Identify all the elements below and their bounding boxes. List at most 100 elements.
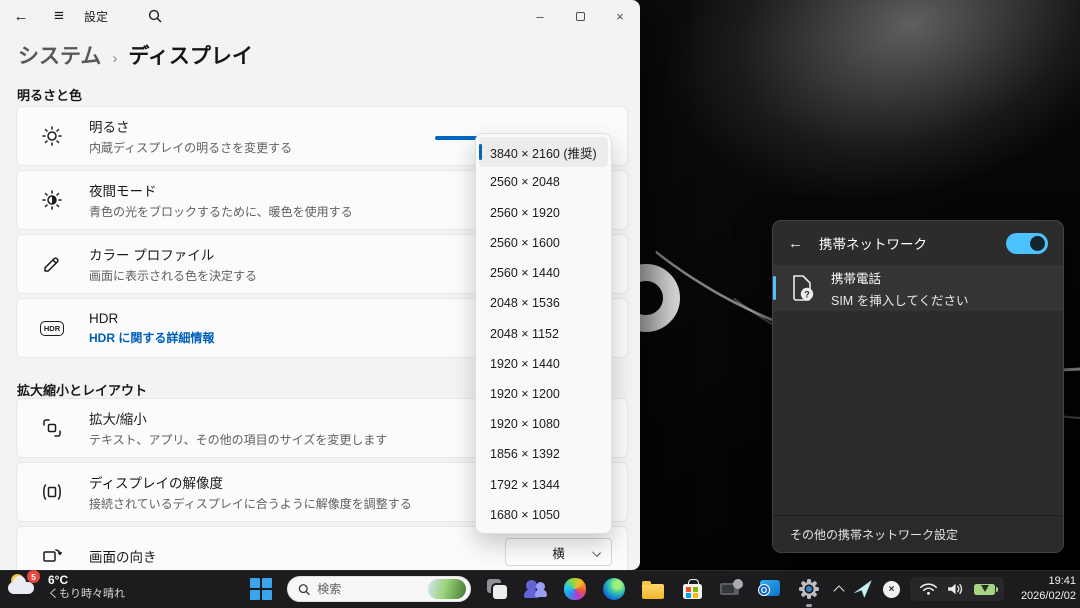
taskbar-center: O <box>248 570 822 608</box>
more-cellular-settings-link[interactable]: その他の携帯ネットワーク設定 <box>773 515 1063 552</box>
toggle-knob <box>1030 236 1045 251</box>
cellular-toggle[interactable] <box>1006 233 1048 254</box>
setting-description: テキスト、アプリ、その他の項目のサイズを変更します <box>89 431 387 448</box>
night-light-icon <box>40 187 64 213</box>
device-title: 携帯電話 <box>831 268 968 287</box>
setting-description: 接続されているディスプレイに合うように解像度を調整する <box>89 495 412 512</box>
resolution-option[interactable]: 2560 × 1600 <box>479 228 608 258</box>
cellular-flyout-body <box>773 311 1063 515</box>
edge-icon <box>603 578 625 600</box>
cellular-flyout-header: ← 携帯ネットワーク <box>773 221 1063 265</box>
speaker-icon <box>947 582 965 596</box>
wifi-icon <box>919 582 938 596</box>
microsoft-store-button[interactable] <box>679 575 705 603</box>
page-title: ディスプレイ <box>128 40 253 70</box>
setting-title: HDR <box>89 311 214 326</box>
store-icon <box>683 584 702 599</box>
orientation-icon <box>40 543 64 569</box>
resolution-option[interactable]: 1920 × 1440 <box>479 349 608 379</box>
orientation-select[interactable]: 横 <box>505 538 612 566</box>
back-icon[interactable]: ← <box>6 1 36 31</box>
resolution-option[interactable]: 1680 × 1050 <box>479 500 608 530</box>
weather-temperature: 6°C <box>48 573 125 588</box>
running-indicator <box>806 604 812 607</box>
settings-window: ← ≡ 設定 – × システム › ディスプレイ 明るさと色 明るさ 内蔵ディス <box>0 0 640 570</box>
maximize-icon <box>576 12 585 21</box>
setting-description: 内蔵ディスプレイの明るさを変更する <box>89 139 292 156</box>
settings-app-button[interactable] <box>796 575 822 603</box>
search-icon[interactable] <box>140 1 170 31</box>
quick-settings-button[interactable] <box>910 577 1004 601</box>
resolution-icon <box>40 479 64 505</box>
brightness-icon <box>40 123 64 149</box>
brightness-slider[interactable] <box>435 136 478 140</box>
setting-title: 拡大/縮小 <box>89 408 387 428</box>
setting-title: 夜間モード <box>89 180 353 200</box>
resolution-option[interactable]: 2560 × 2048 <box>479 167 608 197</box>
setting-description: 画面に表示される色を決定する <box>89 267 257 284</box>
hdr-icon: HDR <box>40 315 64 341</box>
windows-logo-icon <box>250 578 272 600</box>
copilot-icon <box>564 578 586 600</box>
taskbar-search[interactable] <box>287 576 471 602</box>
cellular-flyout: ← 携帯ネットワーク ? 携帯電話 SIM を挿入してください その他の携帯ネッ… <box>772 220 1064 553</box>
search-highlight-image <box>428 579 466 599</box>
app-title: 設定 <box>84 8 108 25</box>
search-input[interactable] <box>317 582 421 596</box>
resolution-option[interactable]: 2048 × 1536 <box>479 288 608 318</box>
folder-icon <box>642 584 664 599</box>
location-arrow-icon[interactable] <box>853 579 873 599</box>
setting-title: カラー プロファイル <box>89 244 257 264</box>
breadcrumb-root[interactable]: システム <box>18 40 101 70</box>
outlook-button[interactable]: O <box>757 575 783 603</box>
breadcrumb: システム › ディスプレイ <box>18 40 253 70</box>
resolution-option[interactable]: 3840 × 2160 (推奨) <box>479 137 608 167</box>
resolution-option[interactable]: 1792 × 1344 <box>479 470 608 500</box>
task-view-button[interactable] <box>484 575 510 603</box>
gear-icon <box>797 577 821 601</box>
resolution-option[interactable]: 1856 × 1392 <box>479 439 608 469</box>
color-profile-icon <box>40 251 64 277</box>
clock-time: 19:41 <box>1014 574 1076 589</box>
minimize-button[interactable]: – <box>520 0 560 32</box>
setting-title: 画面の向き <box>89 546 157 566</box>
copilot-button[interactable] <box>562 575 588 603</box>
hdr-info-link[interactable]: HDR に関する詳細情報 <box>89 329 214 346</box>
taskbar-clock[interactable]: 19:41 2026/02/02 <box>1014 574 1076 604</box>
teams-chat-button[interactable] <box>523 575 549 603</box>
search-icon <box>298 583 310 596</box>
chevron-down-icon <box>592 548 601 557</box>
resolution-option[interactable]: 1920 × 1080 <box>479 409 608 439</box>
flyout-back-icon[interactable]: ← <box>788 235 810 252</box>
edge-button[interactable] <box>601 575 627 603</box>
setting-description: 青色の光をブロックするために、暖色を使用する <box>89 203 353 220</box>
clock-date: 2026/02/02 <box>1014 589 1076 604</box>
setting-title: 明るさ <box>89 116 292 136</box>
maximize-button[interactable] <box>560 0 600 32</box>
setting-title: ディスプレイの解像度 <box>89 472 412 492</box>
weather-widget[interactable]: 5 6°C くもり時々晴れ <box>8 573 125 602</box>
cellular-flyout-title: 携帯ネットワーク <box>819 233 927 253</box>
scale-icon <box>40 415 64 441</box>
sim-card-icon: ? <box>790 273 816 303</box>
resolution-option[interactable]: 2560 × 1920 <box>479 197 608 227</box>
desktop-screen: ← ≡ 設定 – × システム › ディスプレイ 明るさと色 明るさ 内蔵ディス <box>0 0 1080 608</box>
cellular-device-item[interactable]: ? 携帯電話 SIM を挿入してください <box>773 265 1063 311</box>
breadcrumb-separator-icon: › <box>112 50 117 67</box>
resolution-option[interactable]: 2560 × 1440 <box>479 258 608 288</box>
system-tray: × 19:41 2026/02/02 <box>835 570 1076 608</box>
menu-icon[interactable]: ≡ <box>44 1 74 31</box>
device-subtitle: SIM を挿入してください <box>831 290 968 309</box>
status-circle-x-icon[interactable]: × <box>883 581 900 598</box>
resolution-option[interactable]: 2048 × 1152 <box>479 318 608 348</box>
phone-link-button[interactable] <box>718 575 744 603</box>
start-button[interactable] <box>248 575 274 603</box>
section-header-scale-layout: 拡大縮小とレイアウト <box>17 380 147 399</box>
tray-chevron-up-icon[interactable] <box>833 585 844 596</box>
weather-condition: くもり時々晴れ <box>48 588 125 602</box>
battery-charging-icon <box>974 584 995 595</box>
orientation-value: 横 <box>552 543 565 562</box>
close-button[interactable]: × <box>600 0 640 32</box>
file-explorer-button[interactable] <box>640 575 666 603</box>
resolution-option[interactable]: 1920 × 1200 <box>479 379 608 409</box>
